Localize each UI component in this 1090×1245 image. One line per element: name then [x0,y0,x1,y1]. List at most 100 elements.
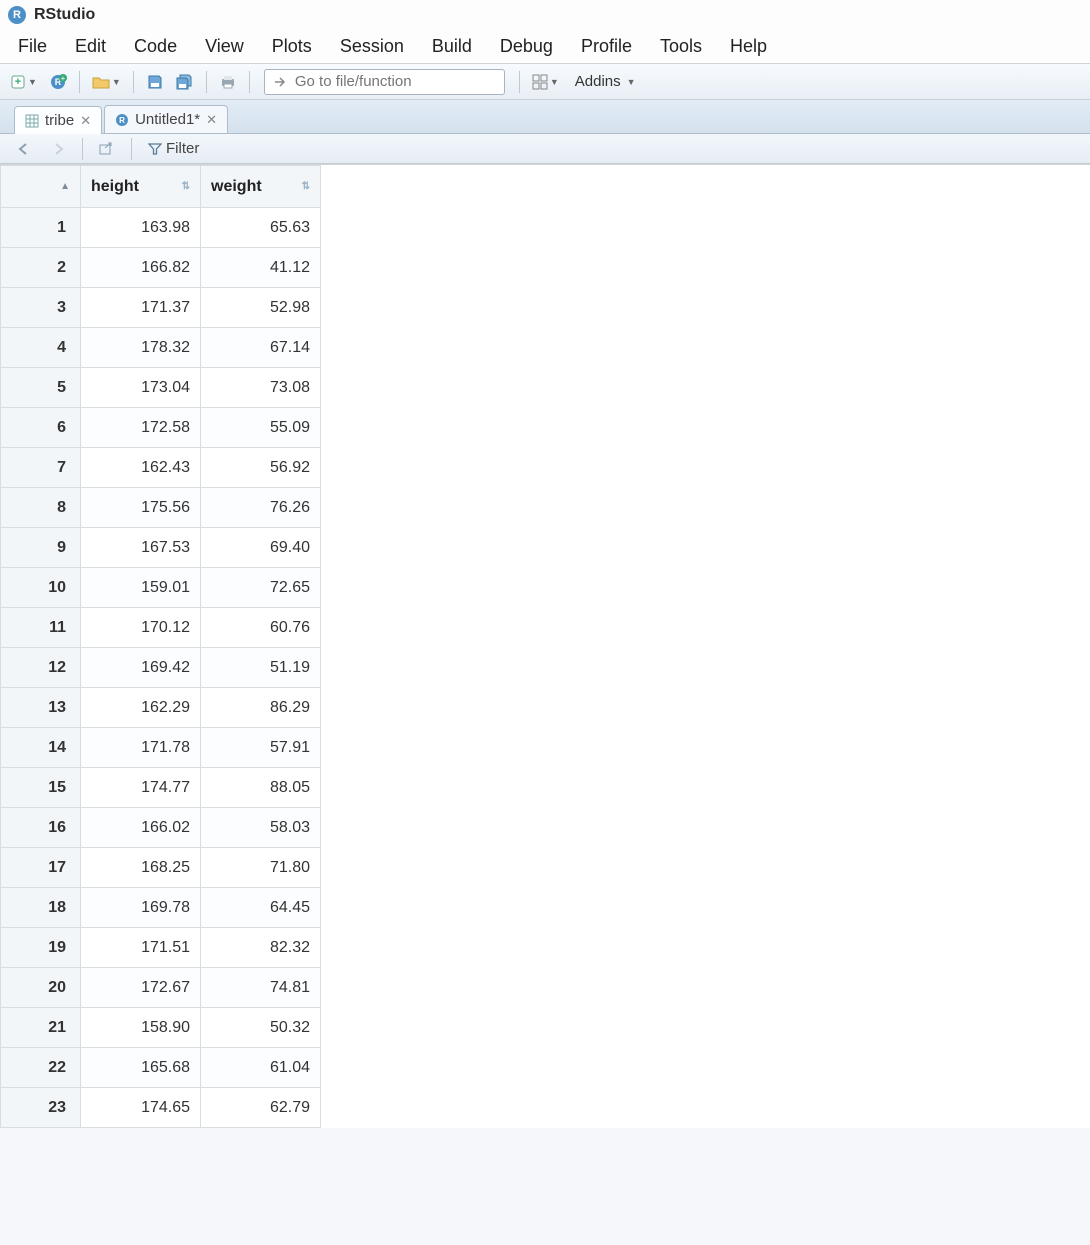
table-row[interactable]: 5173.0473.08 [1,368,321,408]
cell-weight: 58.03 [201,808,321,848]
cell-height: 162.43 [81,448,201,488]
row-number-cell: 20 [1,968,81,1008]
print-button[interactable] [215,69,241,95]
menu-session[interactable]: Session [326,32,418,61]
folder-open-icon [92,74,110,90]
row-number-cell: 15 [1,768,81,808]
row-number-cell: 2 [1,248,81,288]
table-row[interactable]: 2166.8241.12 [1,248,321,288]
title-bar: R RStudio [0,0,1090,30]
cell-height: 172.67 [81,968,201,1008]
menu-file[interactable]: File [4,32,61,61]
grid-view-button[interactable]: ▼ [528,69,563,95]
cell-height: 171.51 [81,928,201,968]
cell-weight: 71.80 [201,848,321,888]
new-project-button[interactable]: R+ [45,69,71,95]
cell-height: 168.25 [81,848,201,888]
toolbar-separator [82,138,83,160]
save-all-button[interactable] [172,69,198,95]
menu-view[interactable]: View [191,32,258,61]
row-number-cell: 9 [1,528,81,568]
row-number-header[interactable] [1,166,81,208]
cell-weight: 72.65 [201,568,321,608]
menu-edit[interactable]: Edit [61,32,120,61]
goto-input[interactable] [293,72,496,91]
new-project-icon: R+ [49,74,67,90]
cell-weight: 41.12 [201,248,321,288]
svg-text:R: R [119,116,125,125]
column-header-weight[interactable]: weight [201,166,321,208]
menu-plots[interactable]: Plots [258,32,326,61]
chevron-down-icon: ▼ [28,77,37,87]
table-row[interactable]: 12169.4251.19 [1,648,321,688]
save-button[interactable] [142,69,168,95]
table-row[interactable]: 23174.6562.79 [1,1088,321,1128]
cell-weight: 61.04 [201,1048,321,1088]
cell-height: 172.58 [81,408,201,448]
table-row[interactable]: 20172.6774.81 [1,968,321,1008]
filter-button[interactable]: Filter [142,138,205,159]
close-tab-icon[interactable]: ✕ [206,112,217,128]
nav-forward-button[interactable] [44,140,72,158]
menu-debug[interactable]: Debug [486,32,567,61]
row-number-cell: 10 [1,568,81,608]
row-number-cell: 16 [1,808,81,848]
new-file-button[interactable]: + ▼ [6,69,41,95]
cell-height: 167.53 [81,528,201,568]
toolbar-separator [133,71,134,93]
menu-help[interactable]: Help [716,32,781,61]
cell-height: 174.77 [81,768,201,808]
goto-arrow-icon [273,75,287,89]
table-row[interactable]: 7162.4356.92 [1,448,321,488]
addins-label: Addins [575,73,621,90]
row-number-cell: 4 [1,328,81,368]
table-row[interactable]: 4178.3267.14 [1,328,321,368]
table-row[interactable]: 19171.5182.32 [1,928,321,968]
tab-tribe[interactable]: tribe ✕ [14,106,102,134]
table-row[interactable]: 18169.7864.45 [1,888,321,928]
close-tab-icon[interactable]: ✕ [80,113,91,129]
row-number-cell: 7 [1,448,81,488]
row-number-cell: 14 [1,728,81,768]
addins-button[interactable]: Addins ▼ [567,69,644,95]
table-row[interactable]: 22165.6861.04 [1,1048,321,1088]
table-row[interactable]: 1163.9865.63 [1,208,321,248]
table-icon [25,114,39,128]
cell-height: 165.68 [81,1048,201,1088]
cell-weight: 76.26 [201,488,321,528]
table-row[interactable]: 11170.1260.76 [1,608,321,648]
row-number-cell: 21 [1,1008,81,1048]
table-row[interactable]: 16166.0258.03 [1,808,321,848]
nav-back-button[interactable] [10,140,38,158]
sort-icon [182,181,190,192]
table-row[interactable]: 6172.5855.09 [1,408,321,448]
popout-button[interactable] [93,140,121,158]
toolbar-separator [249,71,250,93]
cell-weight: 50.32 [201,1008,321,1048]
row-number-cell: 23 [1,1088,81,1128]
table-row[interactable]: 15174.7788.05 [1,768,321,808]
cell-weight: 51.19 [201,648,321,688]
print-icon [220,74,236,90]
row-number-cell: 8 [1,488,81,528]
cell-weight: 88.05 [201,768,321,808]
table-row[interactable]: 10159.0172.65 [1,568,321,608]
tab-untitled1[interactable]: R Untitled1* ✕ [104,105,228,133]
column-header-height[interactable]: height [81,166,201,208]
menu-profile[interactable]: Profile [567,32,646,61]
arrow-left-icon [16,142,32,156]
table-row[interactable]: 3171.3752.98 [1,288,321,328]
table-row[interactable]: 9167.5369.40 [1,528,321,568]
menu-code[interactable]: Code [120,32,191,61]
menu-tools[interactable]: Tools [646,32,716,61]
table-row[interactable]: 14171.7857.91 [1,728,321,768]
table-row[interactable]: 13162.2986.29 [1,688,321,728]
menu-build[interactable]: Build [418,32,486,61]
open-file-button[interactable]: ▼ [88,69,125,95]
table-row[interactable]: 21158.9050.32 [1,1008,321,1048]
table-row[interactable]: 17168.2571.80 [1,848,321,888]
document-tab-strip: tribe ✕ R Untitled1* ✕ [0,100,1090,134]
table-row[interactable]: 8175.5676.26 [1,488,321,528]
cell-weight: 56.92 [201,448,321,488]
goto-file-function-box[interactable] [264,69,505,95]
